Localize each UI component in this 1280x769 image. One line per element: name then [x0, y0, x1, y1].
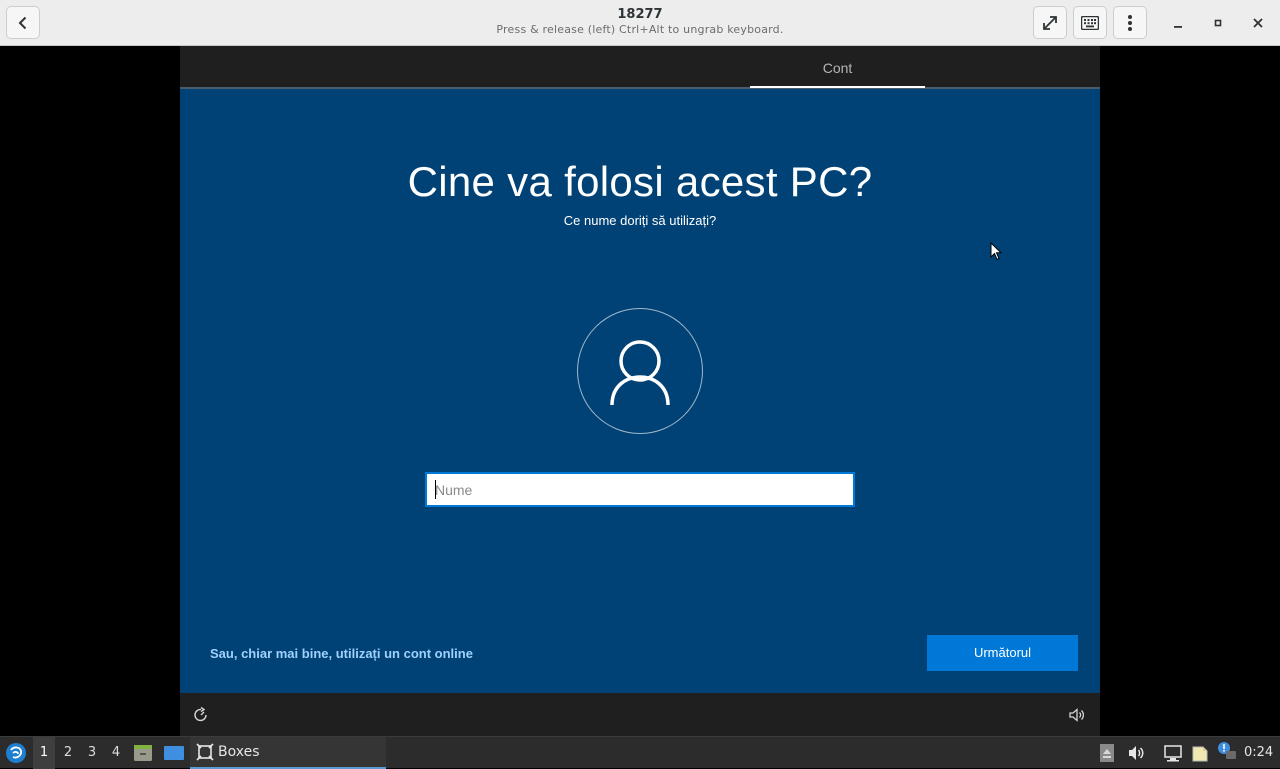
top-bar-divider: [180, 87, 1100, 89]
avatar: [577, 308, 703, 434]
menu-button[interactable]: [1113, 6, 1147, 39]
workspace-3[interactable]: 3: [81, 737, 103, 769]
eject-icon: [1100, 744, 1114, 762]
next-button[interactable]: Următorul: [927, 635, 1078, 671]
workspace-1[interactable]: 1: [33, 737, 55, 769]
network-icon: [1164, 745, 1182, 762]
oobe-top-bar: Cont: [180, 46, 1100, 89]
maximize-icon: [1214, 19, 1222, 27]
minimize-button[interactable]: [1167, 12, 1189, 34]
host-taskbar: 1 2 3 4 Boxes 0:24: [0, 736, 1280, 769]
window-subtitle: Press & release (left) Ctrl+Alt to ungra…: [496, 23, 784, 36]
clipboard-icon: [1192, 746, 1208, 762]
window-title: 18277: [617, 7, 663, 22]
minimize-icon: [1174, 26, 1182, 28]
online-account-link[interactable]: Sau, chiar mai bine, utilizați un cont o…: [210, 646, 473, 661]
tray-eject-button[interactable]: [1099, 743, 1115, 767]
tray-volume-button[interactable]: [1127, 743, 1145, 767]
desktop-icon: [164, 746, 184, 760]
text-caret: [435, 480, 436, 499]
vertical-dots-icon: [1128, 14, 1132, 31]
tray-notification-button[interactable]: [1217, 741, 1237, 765]
user-icon: [610, 340, 670, 406]
keyboard-button[interactable]: [1073, 6, 1107, 39]
tray-clipboard-button[interactable]: [1190, 743, 1210, 767]
vm-display[interactable]: Cont Cine va folosi acest PC? Ce nume do…: [180, 46, 1100, 736]
name-input[interactable]: [425, 472, 855, 507]
start-menu-button[interactable]: [5, 742, 27, 768]
chevron-left-icon: [18, 16, 27, 29]
ease-of-access-button[interactable]: [192, 706, 210, 728]
ease-of-access-icon: [194, 706, 207, 722]
info-icon: [1218, 742, 1236, 759]
volume-icon: [1129, 746, 1144, 760]
oobe-bottom-bar: [180, 693, 1100, 736]
clock[interactable]: 0:24: [1244, 737, 1273, 769]
taskbar-task-boxes[interactable]: Boxes: [190, 737, 386, 769]
tray-network-button[interactable]: [1163, 743, 1183, 767]
keyboard-icon: [1081, 15, 1099, 30]
mouse-pointer-icon: [990, 241, 1003, 265]
app-menu-icon: [6, 743, 26, 763]
fullscreen-button[interactable]: [1033, 6, 1067, 39]
close-icon: [1253, 18, 1263, 28]
expand-icon: [1043, 15, 1057, 30]
volume-button[interactable]: [1068, 706, 1086, 728]
back-button[interactable]: [6, 6, 40, 39]
file-cabinet-icon: [134, 745, 152, 761]
tab-account-indicator: [750, 86, 925, 88]
boxes-headerbar: 18277 Press & release (left) Ctrl+Alt to…: [0, 0, 1280, 46]
workspace-4[interactable]: 4: [105, 737, 127, 769]
page-subtitle: Ce nume doriți să utilizați?: [563, 213, 717, 228]
page-title: Cine va folosi acest PC?: [407, 158, 873, 205]
task-label: Boxes: [218, 744, 260, 760]
boxes-app-icon: [196, 743, 214, 765]
workspace-2[interactable]: 2: [57, 737, 79, 769]
close-button[interactable]: [1247, 12, 1269, 34]
show-desktop-launcher[interactable]: [163, 743, 185, 767]
speaker-icon: [1069, 708, 1085, 722]
tab-account: Cont: [822, 60, 853, 76]
maximize-button[interactable]: [1207, 12, 1229, 34]
file-manager-launcher[interactable]: [133, 743, 153, 767]
